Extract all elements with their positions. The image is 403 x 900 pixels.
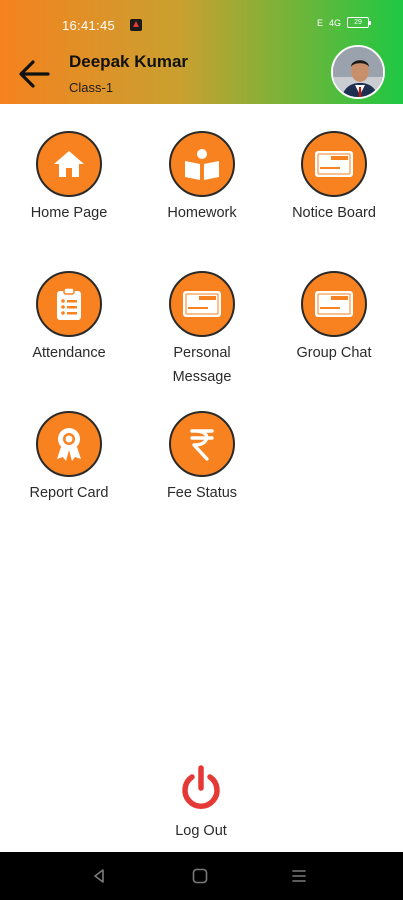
card-icon (183, 291, 221, 317)
book-reader-icon (185, 149, 219, 180)
menu-label: Group Chat (296, 345, 372, 361)
status-icons: E 4G 29 (316, 17, 371, 28)
sim-label: E (316, 17, 323, 28)
card-icon (315, 151, 353, 177)
menu-item-homework[interactable]: Homework (142, 131, 262, 225)
menu-label: Personal Message (172, 345, 232, 385)
signal-label: 4G (328, 17, 341, 28)
menu-label: Home Page (30, 205, 108, 221)
card-icon (315, 291, 353, 317)
menu-label: Report Card (29, 485, 109, 501)
home-icon (54, 151, 84, 177)
status-bar: 16:41:45 E 4G 29 (0, 0, 403, 40)
student-name: Deepak Kumar (69, 52, 189, 71)
app-header: 16:41:45 E 4G 29 Deepak Kumar Class-1 (0, 0, 403, 104)
nav-menu-icon[interactable] (290, 867, 308, 885)
menu-label: Notice Board (292, 205, 376, 221)
avatar[interactable] (331, 45, 385, 99)
menu-label: Fee Status (166, 485, 238, 501)
report-card-button[interactable] (36, 411, 102, 477)
homework-button[interactable] (169, 131, 235, 197)
nav-home-icon[interactable] (191, 867, 209, 885)
student-class: Class-1 (69, 80, 114, 95)
menu-item-personal-message[interactable]: Personal Message (142, 271, 262, 389)
back-button[interactable] (16, 56, 52, 92)
logout-label: Log Out (175, 823, 227, 839)
arrow-left-icon (19, 60, 50, 88)
award-icon (57, 428, 81, 461)
menu-item-fee-status[interactable]: Fee Status (142, 411, 262, 505)
nav-back-icon[interactable] (90, 867, 108, 885)
menu-item-report-card[interactable]: Report Card (9, 411, 129, 505)
menu-item-home-page[interactable]: Home Page (9, 131, 129, 225)
battery-icon: 29 (347, 17, 371, 28)
menu-item-attendance[interactable]: Attendance (9, 271, 129, 365)
personal-message-button[interactable] (169, 271, 235, 337)
menu-label: Homework (167, 205, 237, 221)
notice-board-button[interactable] (301, 131, 367, 197)
status-time: 16:41:45 (62, 18, 116, 33)
clipboard-list-icon (57, 287, 81, 320)
home-page-button[interactable] (36, 131, 102, 197)
rupee-icon (190, 429, 214, 461)
power-icon[interactable] (177, 764, 225, 812)
menu-item-notice-board[interactable]: Notice Board (274, 131, 394, 225)
system-nav-bar (0, 852, 403, 900)
notification-icon (130, 19, 142, 31)
group-chat-button[interactable] (301, 271, 367, 337)
logout-button[interactable]: Log Out (151, 764, 251, 843)
menu-label: Attendance (32, 345, 106, 361)
attendance-button[interactable] (36, 271, 102, 337)
profile-photo (333, 47, 383, 97)
menu-item-group-chat[interactable]: Group Chat (274, 271, 394, 365)
fee-status-button[interactable] (169, 411, 235, 477)
